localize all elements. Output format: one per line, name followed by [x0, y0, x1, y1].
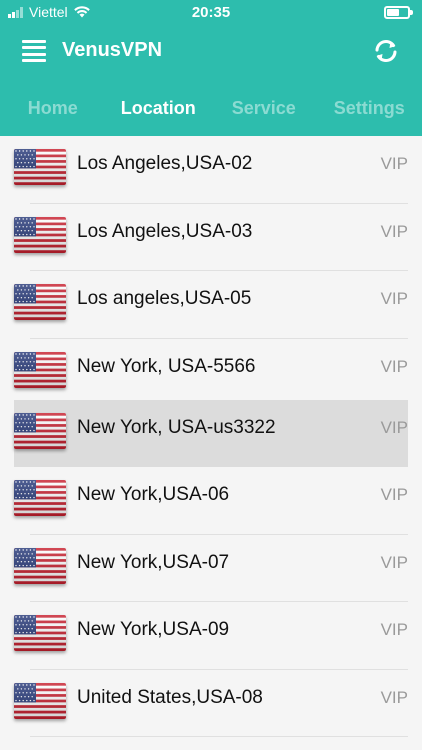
server-row[interactable]: New York,USA-06 VIP	[0, 467, 422, 535]
server-row-selected[interactable]: New York, USA-us3322 VIP	[0, 400, 422, 468]
tab-service[interactable]: Service	[211, 88, 317, 128]
vip-badge: VIP	[380, 418, 408, 437]
vip-badge: VIP	[380, 154, 408, 173]
server-row[interactable]: United States,USA-08 VIP	[0, 670, 422, 737]
vip-badge: VIP	[380, 221, 408, 241]
us-flag-icon	[14, 216, 66, 253]
server-name: New York,USA-07	[77, 551, 230, 573]
us-flag-icon	[14, 682, 66, 719]
server-name: United States,USA-08	[77, 686, 263, 708]
server-name: New York, USA-5566	[77, 355, 256, 377]
server-name: New York,USA-06	[77, 484, 230, 505]
us-flag-icon	[14, 284, 66, 320]
tab-home[interactable]: Home	[0, 88, 106, 128]
hamburger-icon[interactable]	[22, 40, 46, 62]
us-flag-icon	[14, 149, 66, 185]
vip-badge: VIP	[380, 687, 408, 707]
server-row[interactable]: Los angeles,USA-05 VIP	[0, 271, 422, 339]
vip-badge: VIP	[380, 485, 408, 504]
vip-badge: VIP	[380, 356, 408, 376]
tab-location[interactable]: Location	[106, 88, 212, 128]
us-flag-icon	[14, 547, 66, 584]
refresh-icon[interactable]	[372, 38, 400, 64]
tab-bar: Home Location Service Settings	[0, 88, 422, 128]
app-header: Viettel 20:35 VenusVPN Home Location Ser…	[0, 0, 422, 136]
row-divider	[30, 736, 408, 737]
server-row[interactable]: New York,USA-09 VIP	[0, 602, 422, 670]
vip-badge: VIP	[380, 289, 408, 308]
server-row[interactable]: New York, USA-5566 VIP	[0, 339, 422, 406]
vip-badge: VIP	[380, 620, 408, 639]
status-time: 20:35	[191, 4, 231, 21]
server-name: Los Angeles,USA-03	[77, 220, 253, 242]
server-name: Los angeles,USA-05	[77, 288, 252, 309]
status-bar: Viettel 20:35	[0, 0, 422, 24]
us-flag-icon	[14, 615, 66, 651]
server-row[interactable]: New York,USA-07 VIP	[0, 535, 422, 602]
server-name: New York, USA-us3322	[77, 417, 276, 438]
server-name: New York,USA-09	[77, 619, 230, 640]
server-name: Los Angeles,USA-02	[77, 153, 253, 174]
server-list: Los Angeles,USA-02 VIP Los Angeles,USA-0…	[0, 136, 422, 750]
vip-badge: VIP	[380, 552, 408, 572]
us-flag-icon	[14, 351, 66, 388]
server-row[interactable]: Los Angeles,USA-03 VIP	[0, 204, 422, 271]
app-title: VenusVPN	[62, 39, 163, 61]
battery-icon	[384, 6, 413, 19]
tab-settings[interactable]: Settings	[317, 88, 422, 128]
us-flag-icon	[14, 480, 66, 516]
server-row[interactable]: Los Angeles,USA-02 VIP	[0, 136, 422, 204]
us-flag-icon	[14, 413, 66, 449]
